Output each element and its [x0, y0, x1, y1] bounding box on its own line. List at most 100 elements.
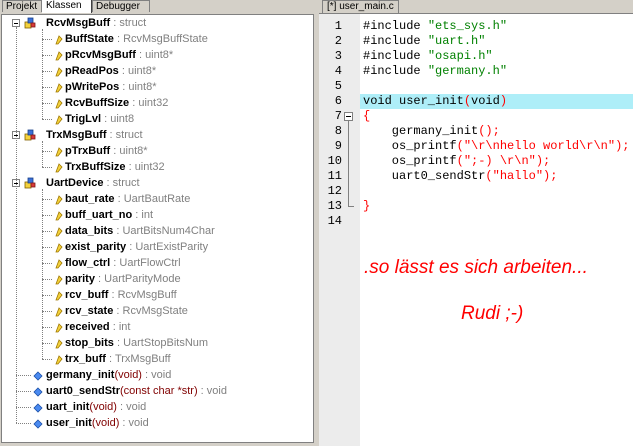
code-token: )	[499, 94, 508, 108]
tree-item-name: rcv_state	[65, 305, 114, 317]
editor-panel: [*] user_main.c 1 2 3 4 5 6 7 8 9 10 11 12 13 14 #inc…	[319, 0, 633, 446]
fold-collapse-icon[interactable]	[344, 112, 353, 121]
line-number: 6	[334, 94, 342, 108]
code-line[interactable]: #include "osapi.h"	[363, 49, 493, 64]
line-number: 3	[334, 49, 342, 63]
tree-item-separator: :	[113, 33, 124, 45]
tree-item-args: (const char *str)	[119, 385, 198, 397]
tree-item-separator: :	[105, 353, 115, 365]
code-token: #include	[363, 64, 428, 78]
tree-connector	[42, 343, 52, 344]
line-number: 8	[334, 124, 342, 138]
tree-connector	[42, 103, 52, 104]
tree-item-type: uint32	[138, 97, 169, 109]
code-line[interactable]: #include "germany.h"	[363, 64, 507, 79]
tab-debugger[interactable]: Debugger	[92, 0, 150, 12]
code-line[interactable]: #include "ets_sys.h"	[363, 19, 507, 34]
tree-item-separator: :	[129, 97, 139, 109]
tree-connector	[42, 231, 52, 232]
tree-item-name: user_init	[46, 417, 92, 429]
function-icon	[33, 418, 43, 429]
left-tab-bar: Projekt Klassen Debugger	[0, 0, 314, 13]
code-line[interactable]: os_printf("\r\nhello world\r\n");	[363, 139, 630, 154]
collapse-toggle-icon[interactable]	[12, 19, 20, 27]
tree-item-separator: :	[119, 81, 129, 93]
tree-item-name: exist_parity	[65, 241, 127, 253]
member-icon	[54, 34, 64, 45]
line-number: 1	[334, 19, 342, 33]
tree-item-separator: :	[109, 321, 119, 333]
tree-item-separator: :	[116, 401, 127, 413]
tree-item-name: BuffState	[65, 33, 114, 45]
tree-item-type: UartBitsNum4Char	[122, 225, 215, 237]
code-token: #include	[363, 49, 428, 63]
line-number: 9	[334, 139, 342, 153]
tab-klassen[interactable]: Klassen	[42, 0, 92, 13]
tree-item-name: pRcvMsgBuff	[65, 49, 136, 61]
tree-item-type: void	[206, 385, 227, 397]
code-line[interactable]: os_printf(";-) \r\n");	[363, 154, 550, 169]
line-number: 11	[327, 169, 342, 183]
tree-item-type: int	[118, 321, 131, 333]
tab-projekt[interactable]: Projekt	[2, 0, 42, 12]
tree-item-separator: :	[106, 129, 116, 141]
member-icon	[54, 194, 64, 205]
tree-item-type: struct	[119, 17, 147, 29]
line-number: 5	[334, 79, 342, 93]
tree-item-name: uart0_sendStr	[46, 385, 120, 397]
tree-item-name: flow_ctrl	[65, 257, 111, 269]
tree-item-type: int	[141, 209, 154, 221]
tree-item-separator: :	[113, 305, 123, 317]
struct-icon	[24, 129, 36, 141]
tree-connector	[42, 87, 52, 88]
class-tree[interactable]: RcvMsgBuff : struct BuffState : RcvMsgBuf…	[1, 14, 314, 443]
member-icon	[54, 210, 64, 221]
code-token: }	[363, 199, 371, 213]
member-icon	[54, 50, 64, 61]
tree-connector	[16, 375, 31, 376]
tree-item-name: rcv_buff	[65, 289, 109, 301]
tree-item-type: uint8	[110, 113, 135, 125]
tree-item-name: uart_init	[46, 401, 90, 413]
code-line[interactable]: uart0_sendStr("hallo");	[363, 169, 558, 184]
tree-item-type: RcvMsgState	[122, 305, 188, 317]
tree-item-name: stop_bits	[65, 337, 114, 349]
member-icon	[54, 226, 64, 237]
tree-item-name: data_bits	[65, 225, 114, 237]
tree-item-name: germany_init	[46, 369, 115, 381]
code-line[interactable]: germany_init();	[363, 124, 500, 139]
code-token: );	[543, 169, 558, 183]
code-line[interactable]: #include "uart.h"	[363, 34, 485, 49]
tree-item-type: uint8*	[145, 49, 174, 61]
tree-item-separator: :	[141, 369, 152, 381]
tree-item-type: void	[126, 401, 147, 413]
code-token: #include	[363, 34, 428, 48]
code-token: #include	[363, 19, 428, 33]
code-token: os_printf	[363, 154, 457, 168]
code-line[interactable]: {	[363, 109, 370, 124]
tree-item-args: (void)	[89, 401, 117, 413]
code-line[interactable]: }	[363, 199, 370, 214]
tree-item-separator: :	[114, 193, 124, 205]
line-number: 4	[334, 64, 342, 78]
member-icon	[54, 306, 64, 317]
tree-connector	[42, 311, 52, 312]
code-token: void	[471, 94, 500, 108]
tree-item-separator: :	[135, 49, 146, 61]
code-editor[interactable]: 1 2 3 4 5 6 7 8 9 10 11 12 13 14 #include "ets_sys.h"…	[319, 13, 633, 446]
tree-connector	[42, 215, 52, 216]
tree-item-separator: :	[101, 113, 111, 125]
code-token: uart0_sendStr	[363, 169, 486, 183]
code-token: (	[485, 169, 493, 183]
tree-item-type: uint8*	[127, 65, 157, 77]
tree-connector	[42, 71, 52, 72]
tree-item-name: TrxMsgBuff	[46, 129, 107, 141]
tree-connector	[42, 119, 52, 120]
tree-item-type: UartParityMode	[104, 273, 181, 285]
tree-connector	[42, 199, 52, 200]
code-line[interactable]: void user_init(void)	[363, 94, 507, 109]
tree-item-name: pReadPos	[65, 65, 119, 77]
code-token: "hallo"	[492, 169, 544, 183]
line-number: 10	[327, 154, 342, 168]
tab-user-main-c[interactable]: [*] user_main.c	[322, 0, 399, 13]
